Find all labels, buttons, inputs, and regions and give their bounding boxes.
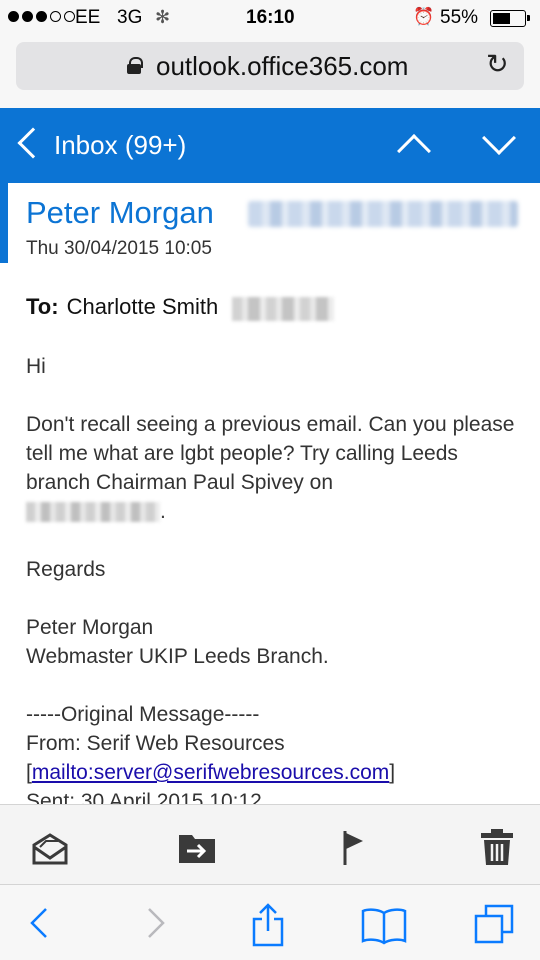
to-label: To: (26, 294, 59, 319)
browser-toolbar (0, 884, 540, 960)
signal-strength-icon (8, 11, 75, 22)
message-action-toolbar (0, 804, 540, 884)
body-end: . (160, 500, 166, 523)
battery-icon (490, 10, 530, 27)
sender-name[interactable]: Peter Morgan (26, 195, 214, 231)
chevron-up-icon[interactable] (397, 134, 431, 168)
quote-header: -----Original Message----- (26, 703, 260, 726)
mark-read-button[interactable] (15, 805, 85, 885)
network-type: 3G (117, 7, 143, 28)
redacted-sender-email (248, 201, 518, 227)
recipient-name[interactable]: Charlotte Smith (67, 294, 219, 319)
reload-icon[interactable]: ↻ (486, 49, 509, 80)
lock-icon (127, 57, 143, 74)
delete-button[interactable] (462, 805, 532, 885)
flag-icon (343, 831, 363, 865)
recipient-row: To: Charlotte Smith (26, 294, 218, 320)
browser-address-area: outlook.office365.com ↻ (0, 36, 540, 108)
bookmarks-icon (361, 908, 407, 945)
bookmarks-button[interactable] (345, 885, 415, 960)
tabs-icon (474, 904, 514, 944)
flag-button[interactable] (318, 805, 388, 885)
url-text[interactable]: outlook.office365.com (156, 51, 408, 82)
browser-forward-button[interactable] (120, 885, 190, 960)
redacted-phone-number (26, 502, 160, 523)
forward-arrow-icon (148, 908, 165, 938)
trash-icon (481, 829, 513, 865)
address-bar[interactable]: outlook.office365.com ↻ (16, 42, 524, 90)
body-text: Don't recall seeing a previous email. Ca… (26, 413, 515, 494)
move-button[interactable] (162, 805, 232, 885)
message-body: Hi Don't recall seeing a previous email.… (26, 352, 526, 845)
mark-read-icon (32, 833, 68, 865)
quote-from: From: Serif Web Resources (26, 732, 285, 755)
tabs-button[interactable] (457, 885, 527, 960)
body-paragraph: Don't recall seeing a previous email. Ca… (26, 410, 526, 526)
clock: 16:10 (246, 7, 295, 28)
status-bar: EE 3G ✻ 16:10 ⏰ 55% (0, 0, 540, 36)
activity-spinner-icon: ✻ (155, 7, 171, 27)
sent-date: Thu 30/04/2015 10:05 (26, 238, 212, 259)
battery-percentage: 55% (440, 7, 479, 28)
regards: Regards (26, 558, 106, 581)
greeting: Hi (26, 355, 46, 378)
share-icon (252, 903, 284, 947)
carrier-name: EE (75, 7, 101, 28)
browser-back-button[interactable] (5, 885, 75, 960)
chevron-down-icon[interactable] (482, 121, 516, 155)
move-icon (179, 835, 215, 863)
signature-title: Webmaster UKIP Leeds Branch. (26, 645, 329, 668)
chevron-left-icon[interactable] (17, 127, 49, 159)
signature: Peter Morgan Webmaster UKIP Leeds Branch. (26, 613, 526, 671)
back-to-inbox-link[interactable]: Inbox (99+) (54, 130, 186, 161)
quote-bracket-close: ] (389, 761, 396, 784)
inbox-header: Inbox (99+) (0, 108, 540, 183)
mailto-link[interactable]: mailto:server@serifwebresources.com (32, 761, 389, 784)
redacted-recipient-email (232, 297, 334, 321)
alarm-clock-icon: ⏰ (413, 7, 435, 26)
signature-name: Peter Morgan (26, 616, 154, 639)
quoted-message: -----Original Message----- From: Serif W… (26, 700, 526, 816)
share-button[interactable] (233, 885, 303, 960)
back-arrow-icon (30, 908, 47, 938)
unread-accent-bar (0, 183, 8, 263)
